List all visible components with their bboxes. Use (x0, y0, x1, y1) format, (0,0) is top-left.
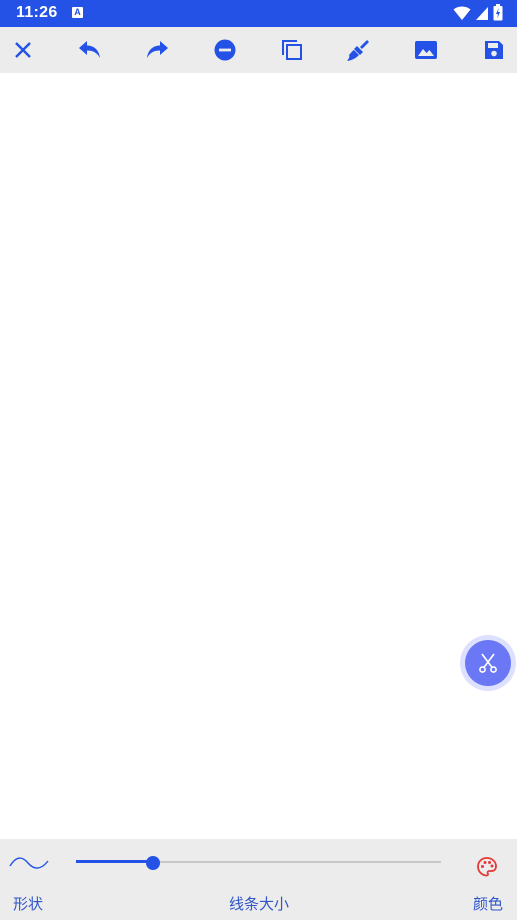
battery-icon (493, 4, 503, 21)
slider-fill (76, 860, 153, 863)
bottom-bar: 形状 线条大小 颜色 (0, 839, 517, 920)
status-time: 11:26 (16, 4, 58, 21)
close-button[interactable] (0, 27, 46, 73)
remove-icon (214, 39, 236, 61)
status-icons (453, 4, 503, 21)
save-button[interactable] (471, 27, 517, 73)
scissors-fab[interactable] (460, 635, 516, 691)
line-size-slider[interactable] (76, 853, 441, 873)
close-icon (15, 42, 31, 58)
wave-shape-icon (9, 857, 49, 869)
status-bar: 11:26 A (0, 0, 517, 27)
image-icon (415, 41, 437, 59)
remove-button[interactable] (202, 27, 248, 73)
toolbar (0, 27, 517, 73)
redo-icon (147, 41, 168, 58)
notification-badge: A (72, 7, 83, 18)
save-icon (485, 41, 503, 59)
palette-icon (477, 857, 497, 877)
line-size-label: 线条大小 (229, 895, 290, 913)
clear-brush-button[interactable] (336, 27, 382, 73)
redo-button[interactable] (134, 27, 180, 73)
color-label: 颜色 (473, 895, 504, 913)
copy-button[interactable] (269, 27, 315, 73)
slider-thumb[interactable] (145, 856, 160, 870)
scissors-icon (479, 653, 497, 673)
undo-button[interactable] (67, 27, 113, 73)
color-button[interactable] (476, 856, 500, 880)
copy-icon (282, 40, 302, 60)
insert-image-button[interactable] (403, 27, 449, 73)
signal-icon (476, 6, 488, 20)
undo-icon (79, 41, 100, 58)
shape-button[interactable] (8, 851, 50, 875)
clear-brush-icon (347, 40, 369, 61)
shape-label: 形状 (13, 895, 44, 913)
wifi-icon (453, 6, 471, 20)
drawing-canvas[interactable] (0, 73, 517, 839)
